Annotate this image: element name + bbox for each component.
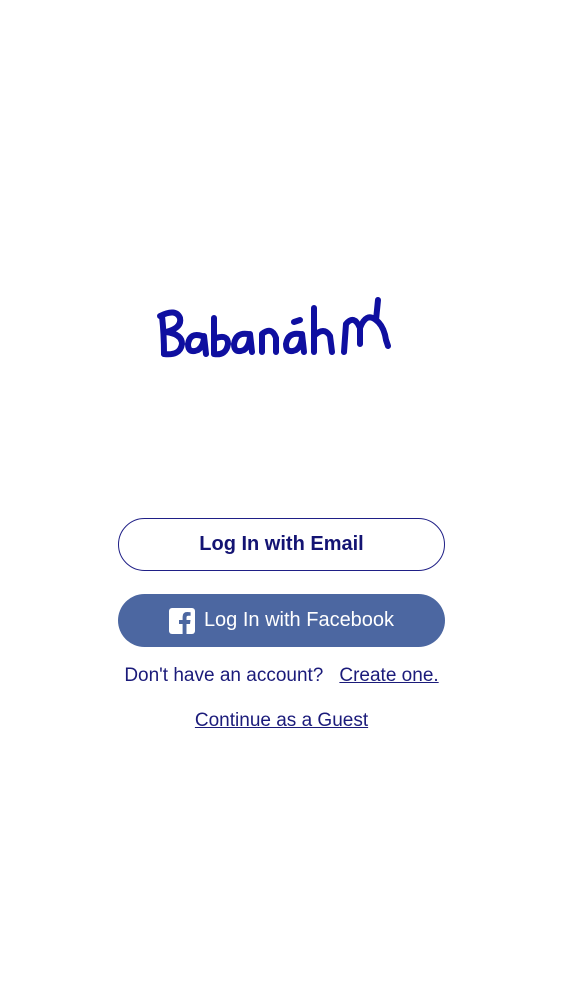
facebook-icon <box>168 607 195 634</box>
create-account-link[interactable]: Create one. <box>339 665 438 687</box>
signup-prompt: Don't have an account? <box>124 665 324 686</box>
login-facebook-button-label: Log In with Facebook <box>203 609 395 631</box>
continue-as-guest-link[interactable]: Continue as a Guest <box>195 710 368 731</box>
signup-row: Don't have an account? Create one. <box>0 665 563 687</box>
guest-row: Continue as a Guest <box>0 710 563 732</box>
login-facebook-button[interactable]: Log In with Facebook <box>118 594 445 647</box>
app-logo <box>150 290 412 362</box>
login-screen: Log In with Email Log In with Facebook D… <box>0 0 563 1000</box>
login-email-button-label: Log In with Email <box>199 533 364 555</box>
login-email-button[interactable]: Log In with Email <box>118 518 445 571</box>
